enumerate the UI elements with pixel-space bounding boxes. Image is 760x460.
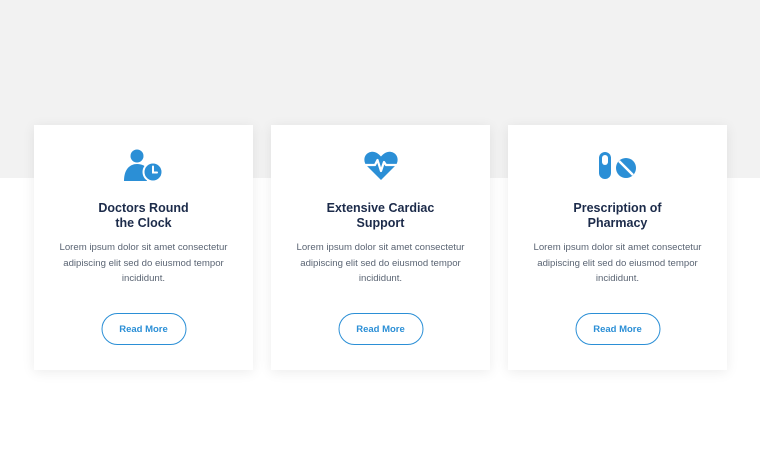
card-title: Prescription of Pharmacy: [573, 201, 662, 230]
card-title: Doctors Round the Clock: [98, 201, 189, 230]
card-description: Lorem ipsum dolor sit amet consectetur a…: [533, 242, 702, 284]
read-more-button[interactable]: Read More: [575, 313, 660, 345]
service-card-cardiac: Extensive Cardiac Support Lorem ipsum dol…: [271, 125, 490, 370]
read-more-button[interactable]: Read More: [338, 313, 423, 345]
card-title: Extensive Cardiac Support: [326, 201, 435, 230]
card-description: Lorem ipsum dolor sit amet consectetur a…: [59, 242, 228, 284]
pills-icon: [598, 148, 638, 184]
heart-pulse-icon: [361, 148, 401, 184]
read-more-button[interactable]: Read More: [101, 313, 186, 345]
doctor-clock-icon: [123, 148, 164, 184]
card-description: Lorem ipsum dolor sit amet consectetur a…: [296, 242, 465, 284]
services-cards: Doctors Round the Clock Lorem ipsum dolor…: [34, 125, 727, 370]
service-card-doctors: Doctors Round the Clock Lorem ipsum dolor…: [34, 125, 253, 370]
service-card-pharmacy: Prescription of Pharmacy Lorem ipsum dolo…: [508, 125, 727, 370]
